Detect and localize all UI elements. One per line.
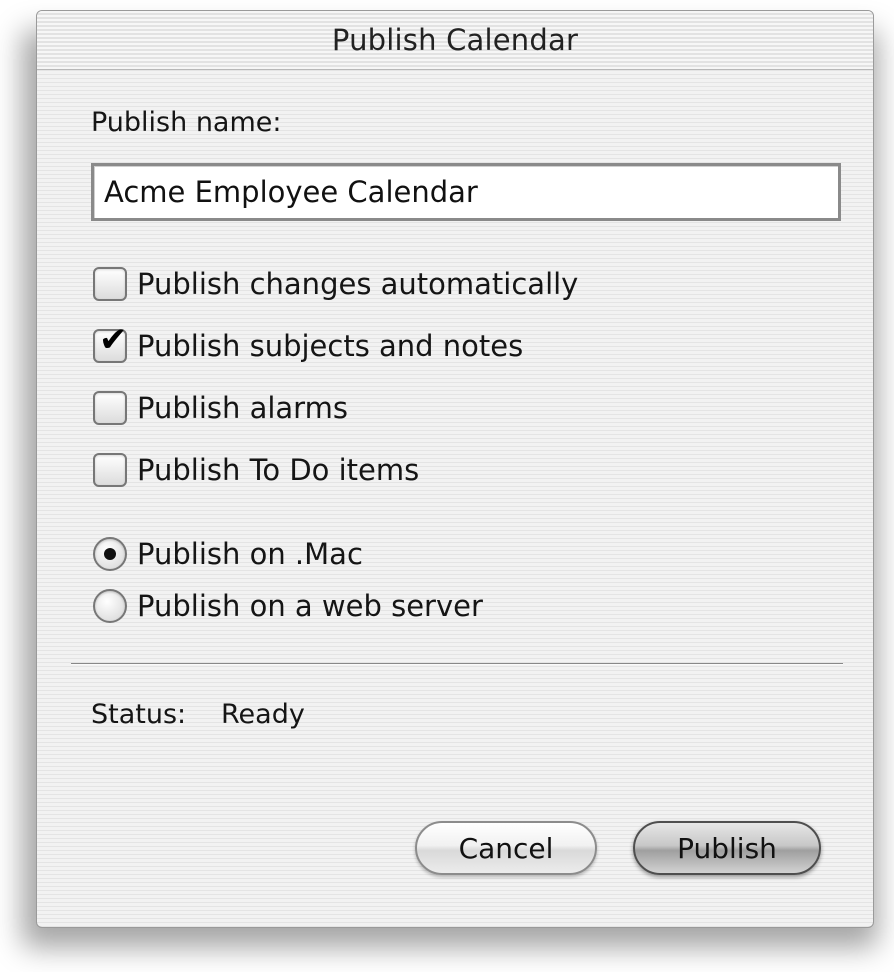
radio-selected-icon bbox=[104, 548, 116, 560]
checkbox-label: Publish changes automatically bbox=[137, 267, 579, 301]
checkbox-box[interactable] bbox=[93, 267, 127, 301]
publish-name-label: Publish name: bbox=[91, 107, 282, 138]
publish-button[interactable]: Publish bbox=[633, 821, 821, 875]
title-bar[interactable]: Publish Calendar bbox=[37, 11, 873, 70]
checkbox-box[interactable] bbox=[93, 391, 127, 425]
cancel-button[interactable]: Cancel bbox=[415, 821, 597, 875]
checkbox-label: Publish To Do items bbox=[137, 453, 420, 487]
checkbox-publish-alarms[interactable]: Publish alarms bbox=[93, 391, 348, 425]
status-value: Ready bbox=[221, 699, 305, 730]
checkbox-box[interactable]: ✔ bbox=[93, 323, 128, 363]
radio-label: Publish on .Mac bbox=[137, 537, 363, 571]
checkbox-publish-subjects-and-notes[interactable]: ✔ Publish subjects and notes bbox=[93, 323, 524, 363]
checkbox-publish-changes-automatically[interactable]: Publish changes automatically bbox=[93, 267, 578, 301]
status-label: Status: bbox=[91, 699, 187, 730]
checkbox-label: Publish alarms bbox=[137, 391, 348, 425]
publish-calendar-dialog: Publish Calendar Publish name: Publish c… bbox=[36, 10, 874, 928]
window-title: Publish Calendar bbox=[331, 23, 579, 57]
radio-publish-on-web-server[interactable]: Publish on a web server bbox=[93, 589, 483, 623]
radio-button[interactable] bbox=[93, 537, 127, 571]
checkmark-icon: ✔ bbox=[99, 320, 128, 360]
checkbox-box[interactable] bbox=[93, 453, 127, 487]
checkbox-publish-to-do-items[interactable]: Publish To Do items bbox=[93, 453, 419, 487]
radio-publish-on-mac[interactable]: Publish on .Mac bbox=[93, 537, 363, 571]
radio-button[interactable] bbox=[93, 589, 127, 623]
publish-name-field[interactable] bbox=[91, 163, 841, 221]
radio-label: Publish on a web server bbox=[137, 589, 483, 623]
section-divider bbox=[71, 663, 843, 665]
checkbox-label: Publish subjects and notes bbox=[137, 329, 524, 363]
